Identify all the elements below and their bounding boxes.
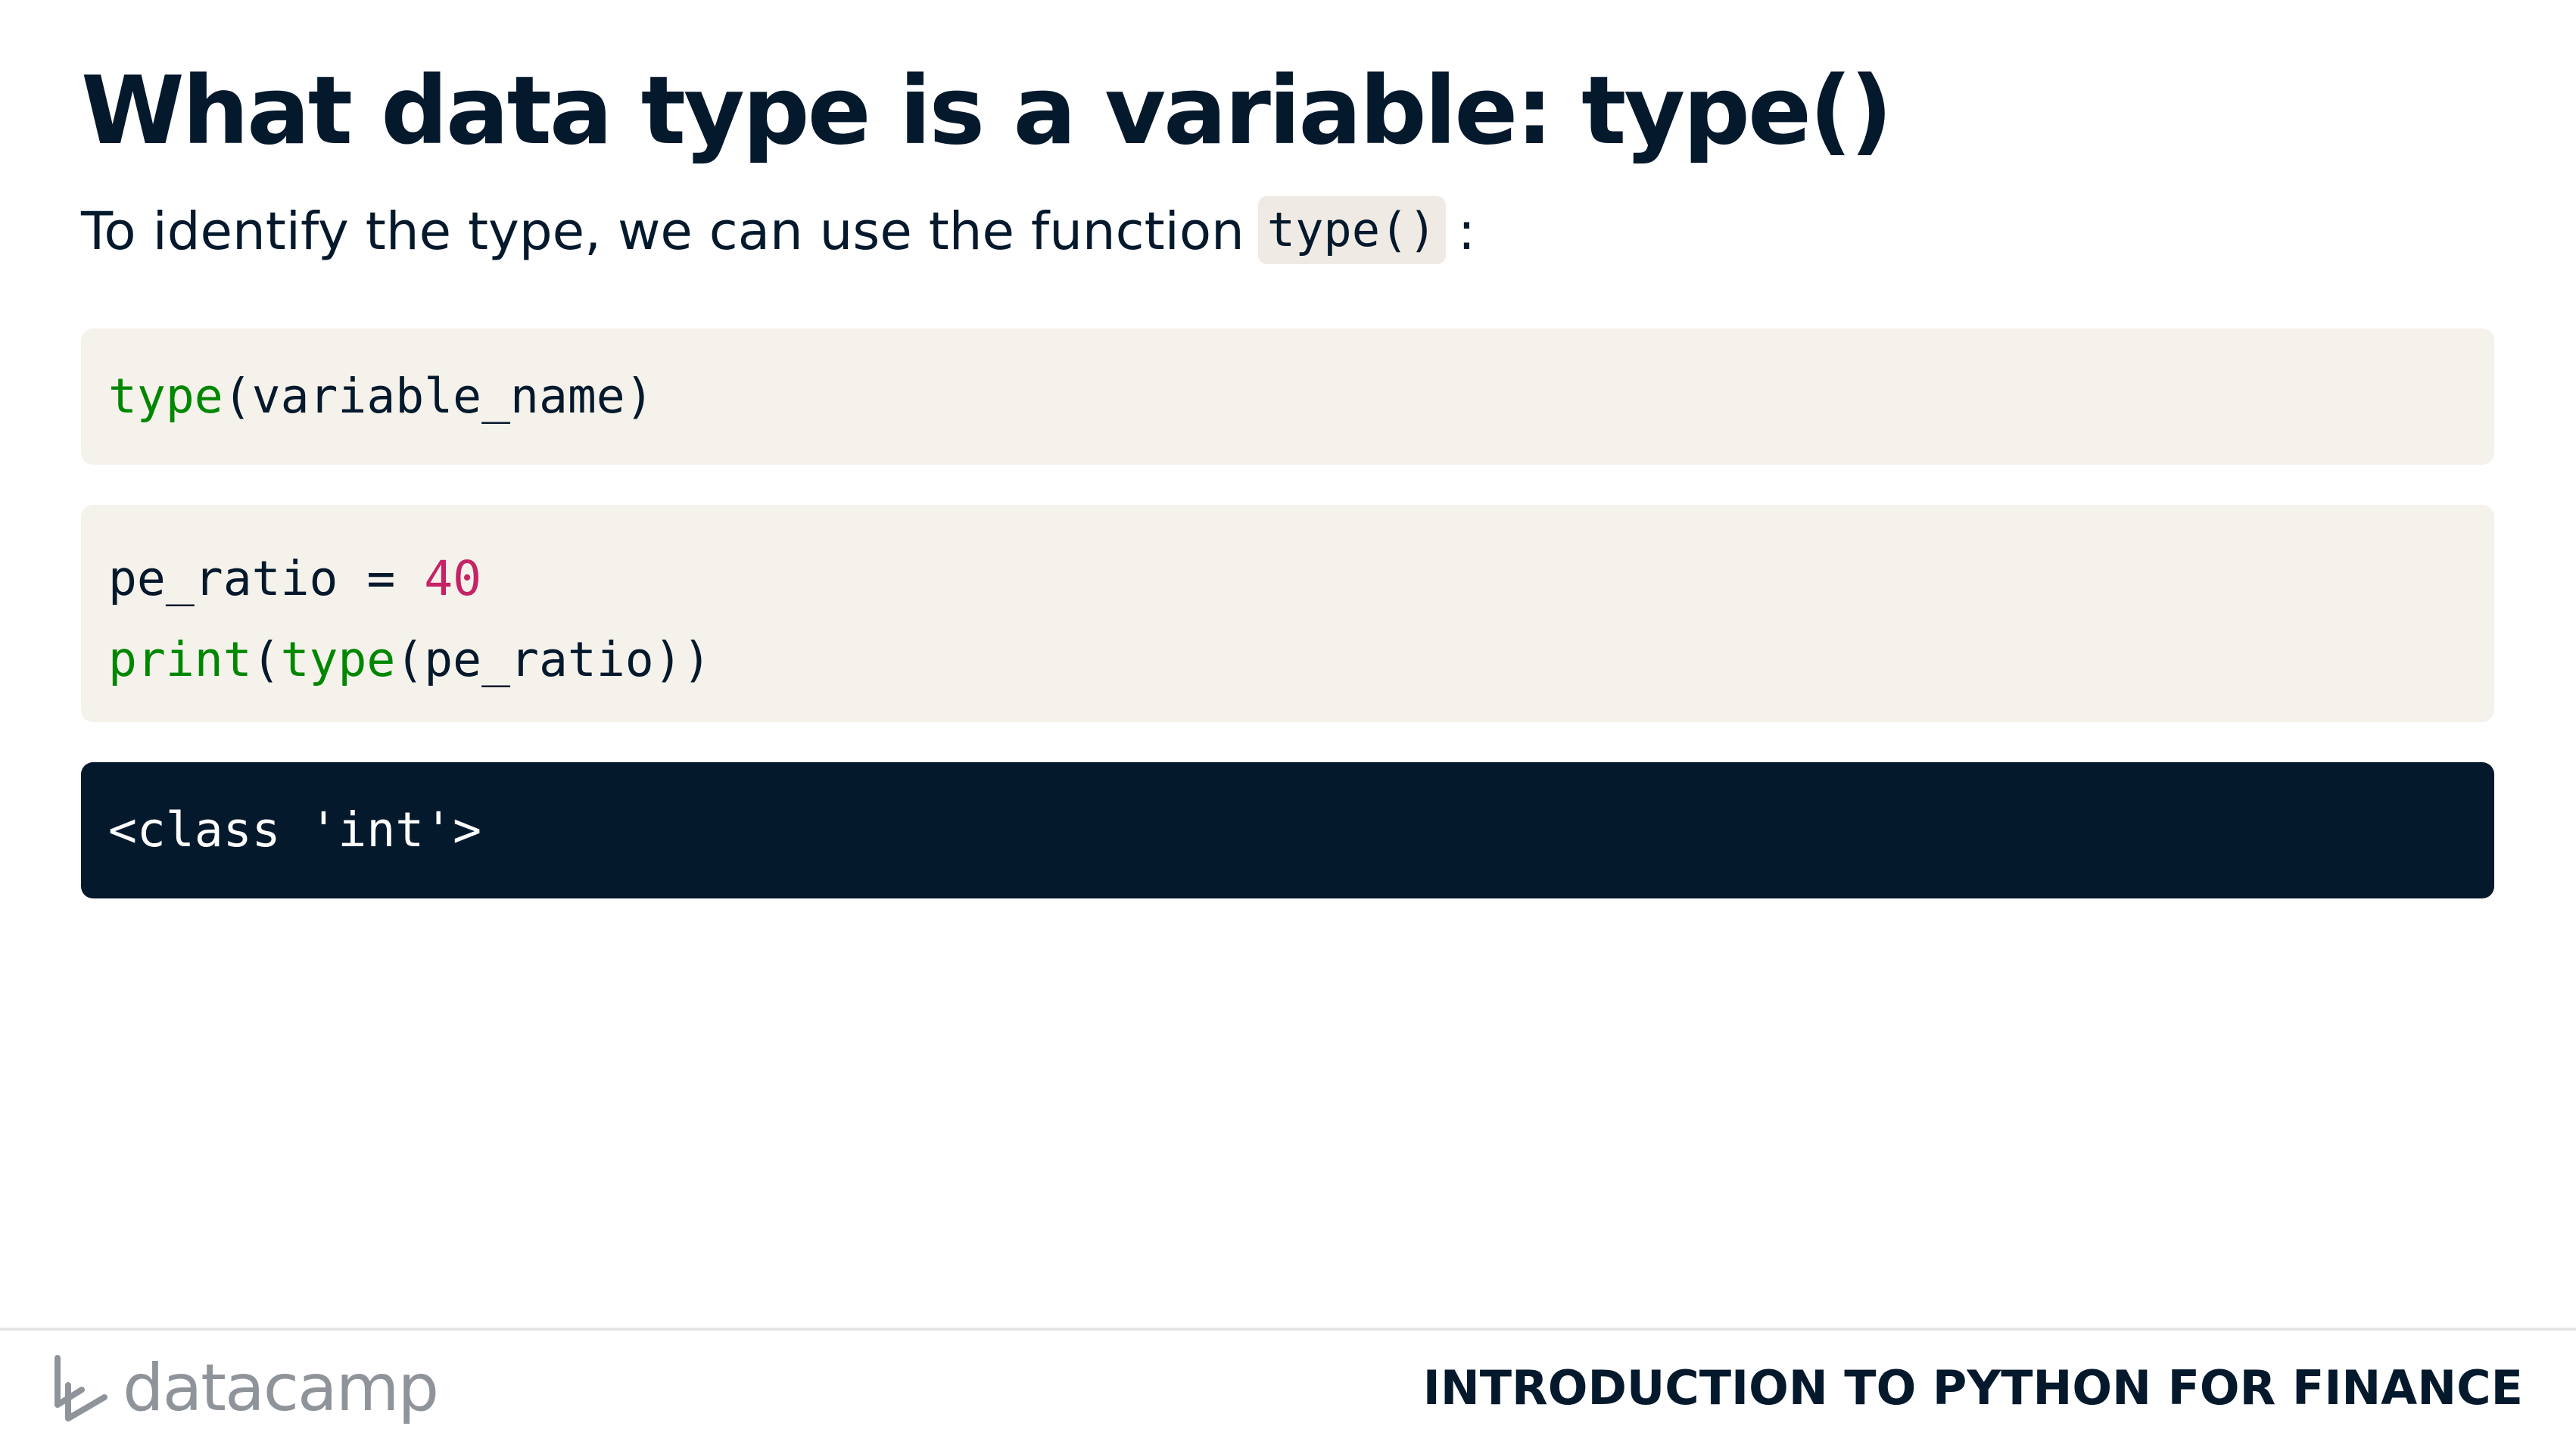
intro-paragraph: To identify the type, we can use the fun… xyxy=(81,194,1475,269)
slide-title: What data type is a variable: type() xyxy=(81,57,1892,166)
code-block-syntax: type(variable_name) xyxy=(81,328,2494,465)
code-line: type(variable_name) xyxy=(108,328,2494,465)
code-line: print(type(pe_ratio)) xyxy=(108,619,2494,700)
code-token: ( xyxy=(251,632,281,687)
code-token: pe_ratio = xyxy=(108,551,425,606)
course-title: INTRODUCTION TO PYTHON FOR FINANCE xyxy=(1422,1360,2523,1415)
code-token-number: 40 xyxy=(424,551,482,606)
code-token-keyword: type xyxy=(108,369,223,424)
datacamp-logo: datacamp xyxy=(51,1346,439,1431)
intro-text: To identify the type, we can use the fun… xyxy=(81,201,1244,262)
code-token: (variable_name) xyxy=(223,369,654,424)
intro-suffix: : xyxy=(1457,201,1475,262)
code-block-example: pe_ratio = 40 print(type(pe_ratio)) xyxy=(81,505,2494,722)
code-output: <class 'int'> xyxy=(81,762,2494,898)
footer-divider xyxy=(0,1328,2576,1331)
code-token-keyword: print xyxy=(108,632,252,687)
code-token: (pe_ratio)) xyxy=(395,632,712,687)
datacamp-logo-icon xyxy=(55,1355,107,1421)
inline-code-type: type() xyxy=(1257,196,1446,264)
datacamp-logo-text: datacamp xyxy=(123,1350,439,1426)
code-token-keyword: type xyxy=(280,632,396,687)
code-line: pe_ratio = 40 xyxy=(108,538,2494,619)
